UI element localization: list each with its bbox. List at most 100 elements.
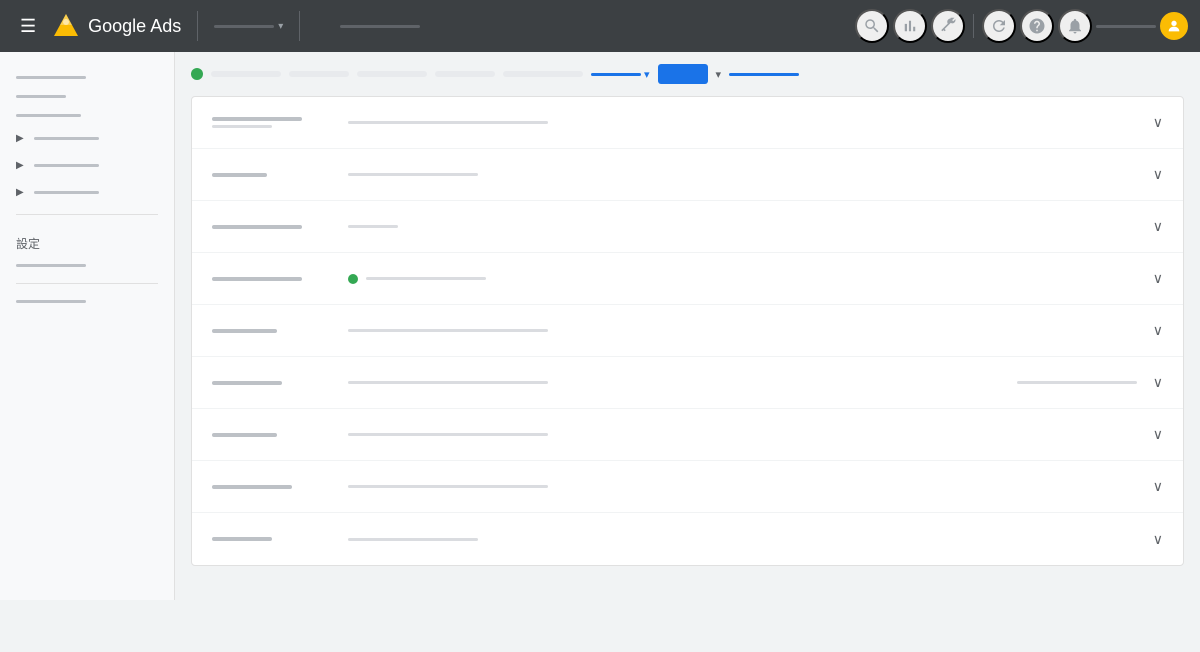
nav-icon-divider (973, 14, 974, 38)
row-content-bar (348, 173, 478, 176)
nav-divider-2 (299, 11, 300, 41)
row-expand-icon[interactable]: ∨ (1153, 322, 1163, 339)
sidebar-label-bar-3 (16, 114, 81, 117)
settings-label: 設定 (0, 223, 174, 256)
bell-icon (1066, 17, 1084, 35)
help-button[interactable] (1020, 9, 1054, 43)
row-label-5 (212, 329, 332, 333)
segment-dropdown[interactable]: ▾ (716, 68, 722, 81)
row-content-bar (348, 121, 548, 124)
row-primary-bar (212, 277, 302, 281)
sidebar-label-bar-6 (34, 191, 99, 194)
table-row[interactable]: ∨ (192, 253, 1183, 305)
row-content-bar (348, 381, 548, 384)
row-label-4 (212, 277, 332, 281)
row-extra-bar (1017, 381, 1137, 384)
main-content: ▾ ▾ ∨ (175, 52, 1200, 600)
table-row[interactable]: ∨ (192, 149, 1183, 201)
row-content-9 (348, 538, 1137, 541)
table-row[interactable]: ∨ (192, 513, 1183, 565)
filter-dropdown[interactable]: ▾ (591, 68, 650, 81)
row-content-bar (348, 329, 548, 332)
sidebar-item-5[interactable]: ▶ (0, 152, 174, 179)
main-layout: ▶ ▶ ▶ 設定 (0, 52, 1200, 600)
refresh-button[interactable] (982, 9, 1016, 43)
table-row[interactable]: ∨ (192, 409, 1183, 461)
top-navigation: ☰ Google Ads ▾ (0, 0, 1200, 52)
row-primary-bar (212, 537, 272, 541)
row-content-2 (348, 173, 1137, 176)
row-content-1 (348, 121, 1137, 124)
row-content-bar (366, 277, 486, 280)
sidebar-item-8[interactable] (0, 292, 174, 311)
search-icon (863, 17, 881, 35)
sidebar-divider-1 (16, 214, 158, 215)
nav-right-account-bar (1096, 25, 1156, 28)
sidebar: ▶ ▶ ▶ 設定 (0, 52, 175, 600)
user-avatar[interactable] (1160, 12, 1188, 40)
row-expand-icon[interactable]: ∨ (1153, 270, 1163, 287)
status-dot (348, 274, 358, 284)
tools-button[interactable] (931, 9, 965, 43)
sidebar-chevron-6: ▶ (16, 187, 24, 198)
row-content-3 (348, 225, 1137, 228)
search-button[interactable] (855, 9, 889, 43)
nav-dropdown-icon[interactable]: ▾ (278, 21, 283, 32)
view-link[interactable] (729, 73, 799, 76)
sidebar-item-4[interactable]: ▶ (0, 125, 174, 152)
sidebar-item-3[interactable] (0, 106, 174, 125)
row-primary-bar (212, 485, 292, 489)
sidebar-chevron-5: ▶ (16, 160, 24, 171)
row-label-3 (212, 225, 332, 229)
sidebar-item-1[interactable] (0, 68, 174, 87)
row-primary-bar (212, 117, 302, 121)
row-expand-icon[interactable]: ∨ (1153, 166, 1163, 183)
nav-account-bar (214, 25, 274, 28)
filter-chip-1[interactable] (211, 71, 281, 77)
row-label-1 (212, 117, 332, 128)
table-row[interactable]: ∨ (192, 305, 1183, 357)
table-row[interactable]: ∨ (192, 97, 1183, 149)
segment-dropdown-icon: ▾ (716, 68, 722, 81)
filter-chip-5[interactable] (503, 71, 583, 77)
row-expand-icon[interactable]: ∨ (1153, 426, 1163, 443)
notifications-button[interactable] (1058, 9, 1092, 43)
sidebar-item-7[interactable] (0, 256, 174, 275)
filter-bar: ▾ ▾ (191, 64, 1184, 84)
row-content-7 (348, 433, 1137, 436)
row-primary-bar (212, 329, 277, 333)
nav-secondary-bar (340, 25, 420, 28)
bar-chart-icon (901, 17, 919, 35)
row-content-6 (348, 381, 1001, 384)
table-row[interactable]: ∨ (192, 201, 1183, 253)
table-row[interactable]: ∨ (192, 357, 1183, 409)
row-primary-bar (212, 173, 267, 177)
hamburger-menu[interactable]: ☰ (12, 12, 44, 41)
reports-button[interactable] (893, 9, 927, 43)
row-expand-icon[interactable]: ∨ (1153, 218, 1163, 235)
row-content-8 (348, 485, 1137, 488)
filter-chip-4[interactable] (435, 71, 495, 77)
row-expand-icon[interactable]: ∨ (1153, 374, 1163, 391)
row-content-bar (348, 485, 548, 488)
sidebar-item-2[interactable] (0, 87, 174, 106)
row-expand-icon[interactable]: ∨ (1153, 114, 1163, 131)
table-row[interactable]: ∨ (192, 461, 1183, 513)
nav-icon-group (855, 9, 1188, 43)
row-expand-icon[interactable]: ∨ (1153, 531, 1163, 548)
row-primary-bar (212, 381, 282, 385)
row-label-6 (212, 381, 332, 385)
sidebar-item-6[interactable]: ▶ (0, 179, 174, 206)
sidebar-label-bar-4 (34, 137, 99, 140)
row-content-bar (348, 538, 478, 541)
filter-chip-3[interactable] (357, 71, 427, 77)
row-expand-icon[interactable]: ∨ (1153, 478, 1163, 495)
sidebar-label-bar-8 (16, 300, 86, 303)
row-content-5 (348, 329, 1137, 332)
row-secondary-bar (212, 125, 272, 128)
row-label-8 (212, 485, 332, 489)
active-filter-chip[interactable] (658, 64, 708, 84)
filter-chip-2[interactable] (289, 71, 349, 77)
row-label-7 (212, 433, 332, 437)
row-primary-bar (212, 225, 302, 229)
